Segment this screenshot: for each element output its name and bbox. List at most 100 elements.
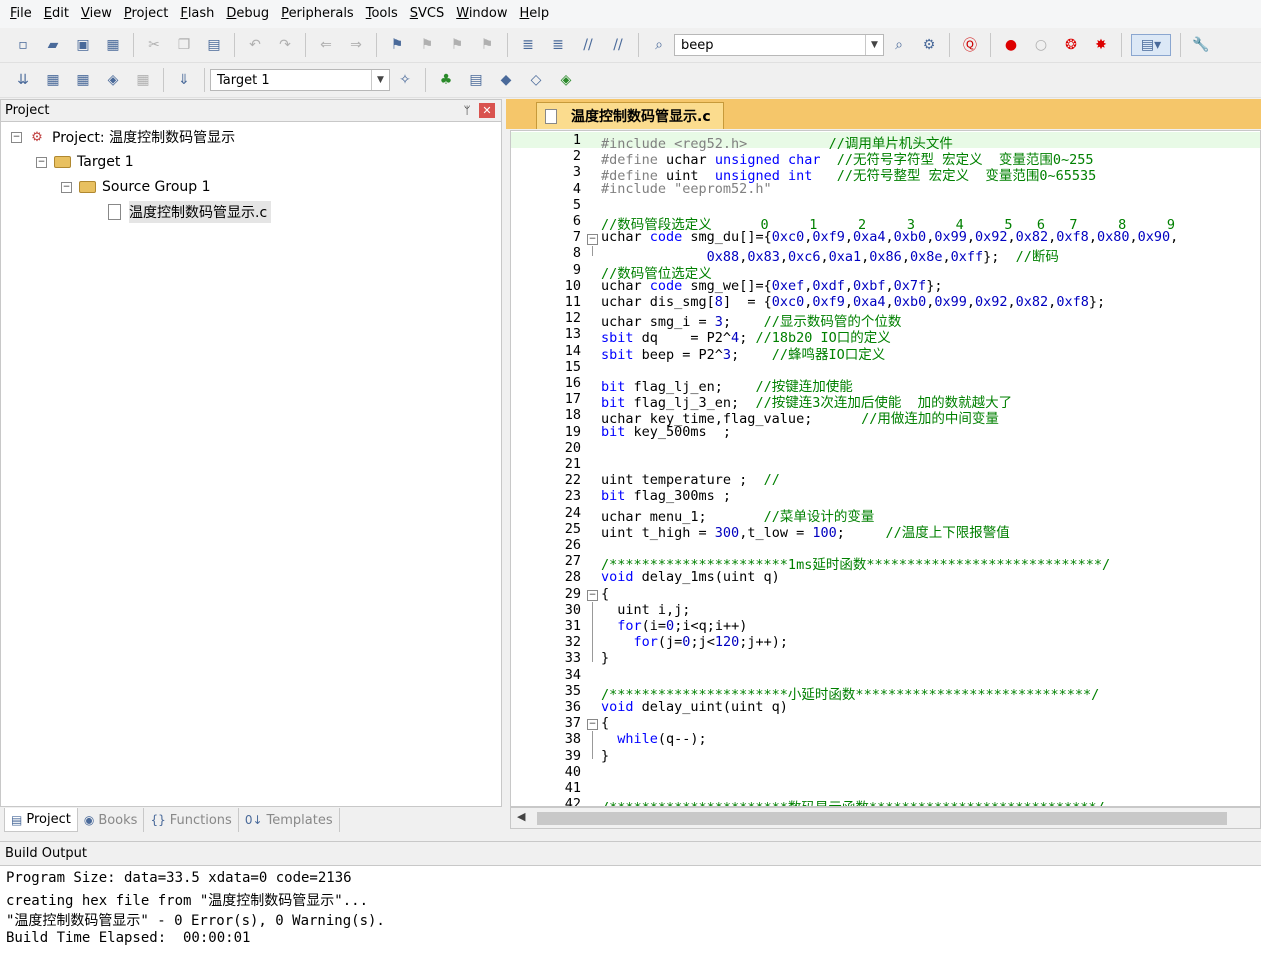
new-file-icon[interactable]: ▫: [12, 34, 34, 56]
prev-bookmark-icon[interactable]: ⚑: [416, 34, 438, 56]
target-combo[interactable]: Target 1 ▼: [210, 69, 390, 91]
undo-icon[interactable]: ↶: [244, 34, 266, 56]
uncomment-icon[interactable]: //: [607, 34, 629, 56]
collapse-icon[interactable]: −: [61, 181, 72, 193]
window-layout-icon[interactable]: ▤▾: [1131, 34, 1171, 56]
code-token: ,: [1007, 294, 1016, 310]
code-token: code: [649, 229, 691, 246]
menu-view[interactable]: View: [75, 0, 118, 28]
save-icon[interactable]: ▣: [72, 34, 94, 56]
line-number: 1: [572, 132, 581, 148]
rebuild-icon[interactable]: ▦: [72, 69, 94, 91]
translate-icon[interactable]: ⇊: [12, 69, 34, 91]
copy-icon[interactable]: ❐: [173, 34, 195, 56]
redo-icon[interactable]: ↷: [274, 34, 296, 56]
fold-collapse-icon[interactable]: −: [587, 719, 598, 730]
separator: [507, 33, 508, 57]
code-editor[interactable]: − − − 1 #include <reg52.h> //调用单片机头文件 2 #de…: [510, 130, 1261, 807]
pack-installer-icon[interactable]: ◈: [555, 69, 577, 91]
download-icon[interactable]: ⇓: [173, 69, 195, 91]
line-number: 37: [564, 715, 581, 732]
disable-all-breakpoints-icon[interactable]: ❂: [1060, 34, 1082, 56]
scroll-left-icon[interactable]: ◀: [517, 810, 525, 823]
browse-icon[interactable]: ⚙: [918, 34, 940, 56]
tab-functions[interactable]: {} Functions: [144, 808, 239, 832]
tree-item-target[interactable]: − Target 1: [36, 151, 134, 173]
build-icon[interactable]: ▦: [42, 69, 64, 91]
code-token: ,: [1088, 229, 1097, 246]
save-all-icon[interactable]: ▦: [102, 34, 124, 56]
manage-run-time-icon[interactable]: ◆: [495, 69, 517, 91]
chevron-down-icon[interactable]: ▼: [371, 70, 389, 90]
tree-item-project-label: Project: 温度控制数码管显示: [52, 130, 236, 146]
manage-project-items-icon[interactable]: ♣: [435, 69, 457, 91]
find-in-files-icon[interactable]: ⌕: [648, 34, 670, 56]
line-number: 7: [572, 229, 581, 246]
code-token: }: [601, 747, 610, 764]
horizontal-scrollbar[interactable]: ◀: [510, 807, 1261, 829]
fold-collapse-icon[interactable]: −: [587, 590, 598, 601]
tree-item-source-file[interactable]: 温度控制数码管显示.c: [105, 201, 272, 223]
menu-svcs[interactable]: SVCS: [404, 0, 451, 28]
line-number: 14: [564, 342, 581, 359]
nav-back-icon[interactable]: ⇐: [315, 34, 337, 56]
code-token: for: [617, 618, 642, 634]
code-token: beep = P2^: [641, 346, 723, 363]
select-packs-icon[interactable]: ▤: [465, 69, 487, 91]
collapse-icon[interactable]: −: [36, 156, 47, 168]
stop-build-icon[interactable]: ▦: [132, 69, 154, 91]
code-token: 0xf9: [812, 294, 845, 310]
menu-flash[interactable]: Flash: [174, 0, 220, 28]
tab-templates[interactable]: 0↓ Templates: [239, 808, 340, 832]
close-icon[interactable]: ✕: [479, 103, 495, 118]
menu-help[interactable]: Help: [514, 0, 556, 28]
tab-books[interactable]: ◉ Books: [78, 808, 145, 832]
scrollbar-thumb[interactable]: [537, 812, 1227, 825]
configure-icon[interactable]: 🔧: [1190, 34, 1212, 56]
pin-icon[interactable]: ᛘ: [459, 104, 475, 117]
menu-tools[interactable]: Tools: [360, 0, 404, 28]
code-token: 0x92: [974, 229, 1008, 246]
bookmark-icon[interactable]: ⚑: [386, 34, 408, 56]
tree-item-source-group[interactable]: − Source Group 1: [61, 176, 211, 198]
line-number: 21: [564, 456, 581, 472]
clear-bookmarks-icon[interactable]: ⚑: [476, 34, 498, 56]
unindent-icon[interactable]: ≣: [547, 34, 569, 56]
breakpoint-icon[interactable]: ●: [1000, 34, 1022, 56]
code-token: {: [601, 585, 610, 602]
incremental-find-icon[interactable]: ⌕: [888, 34, 910, 56]
fold-collapse-icon[interactable]: −: [587, 234, 598, 245]
code-line: sbit beep = P2^3; //蜂鸣器IO口定义: [601, 343, 885, 363]
code-token: 0x99: [934, 229, 967, 246]
disable-breakpoint-icon[interactable]: ○: [1030, 34, 1052, 56]
chevron-down-icon[interactable]: ▼: [865, 35, 883, 55]
find-combo[interactable]: beep ▼: [674, 34, 884, 56]
target-options-icon[interactable]: ✧: [394, 69, 416, 91]
debug-session-icon[interactable]: Ⓠ: [959, 34, 981, 56]
menu-file[interactable]: File: [4, 0, 38, 28]
open-file-icon[interactable]: ▰: [42, 34, 64, 56]
editor-tab[interactable]: 温度控制数码管显示.c: [536, 102, 724, 129]
cut-icon[interactable]: ✂: [143, 34, 165, 56]
comment-icon[interactable]: //: [577, 34, 599, 56]
line-number: 40: [564, 763, 581, 780]
collapse-icon[interactable]: −: [11, 131, 22, 143]
software-packs-icon[interactable]: ◇: [525, 69, 547, 91]
nav-forward-icon[interactable]: ⇒: [345, 34, 367, 56]
tab-project[interactable]: ▤ Project: [4, 808, 78, 832]
indent-icon[interactable]: ≣: [517, 34, 539, 56]
next-bookmark-icon[interactable]: ⚑: [446, 34, 468, 56]
line-number: 33: [564, 650, 581, 667]
menu-project[interactable]: Project: [118, 0, 175, 28]
menu-peripherals[interactable]: Peripherals: [275, 0, 360, 28]
menu-debug[interactable]: Debug: [220, 0, 275, 28]
tree-item-project[interactable]: − ⚙ Project: 温度控制数码管显示: [11, 126, 235, 148]
batch-build-icon[interactable]: ◈: [102, 69, 124, 91]
kill-all-breakpoints-icon[interactable]: ✸: [1090, 34, 1112, 56]
paste-icon[interactable]: ▤: [203, 34, 225, 56]
code-token: ;i<q;i++): [674, 618, 748, 634]
line-number: 38: [564, 731, 581, 748]
line-number: 36: [564, 699, 581, 715]
menu-edit[interactable]: Edit: [38, 0, 75, 28]
menu-window[interactable]: Window: [450, 0, 513, 28]
